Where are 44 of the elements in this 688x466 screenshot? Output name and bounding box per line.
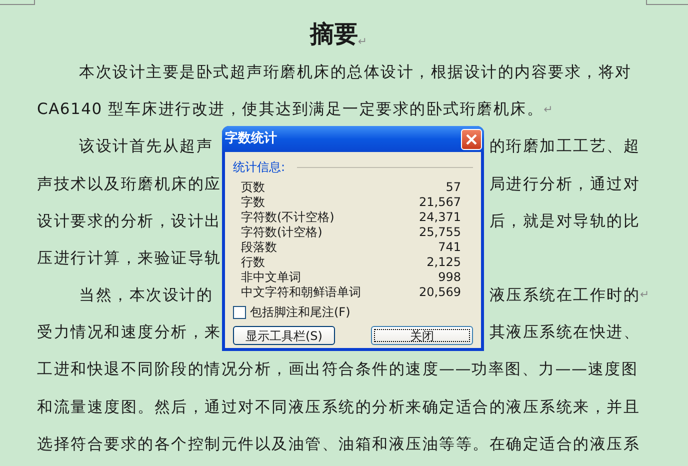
group-label: 统计信息: bbox=[233, 159, 286, 176]
stat-value: 21,567 bbox=[419, 196, 461, 208]
body-text: 选择符合要求的各个控制元件以及油管、油箱和液压油等等。在确定适合的液压系 bbox=[37, 434, 640, 455]
stat-value: 2,125 bbox=[426, 256, 461, 268]
close-icon bbox=[466, 134, 477, 144]
body-text: 的珩磨加工工艺、超 bbox=[489, 136, 640, 158]
stat-label: 页数 bbox=[241, 180, 265, 192]
body-text: 压进行计算，来验证导轨 bbox=[37, 248, 222, 269]
stat-label: 非中文单词 bbox=[241, 270, 301, 282]
stat-value: 998 bbox=[438, 270, 461, 282]
paragraph-mark: ↵ bbox=[544, 102, 554, 118]
body-text: 受力情况和速度分析，来 bbox=[37, 322, 222, 344]
body-text: 工进和快退不同阶段的情况分析，画出符合条件的速度——功率图、力——速度图 bbox=[37, 359, 638, 380]
body-text: 后，就是对导轨的比 bbox=[489, 210, 640, 232]
body-text: 其液压系统在快进、 bbox=[489, 322, 640, 344]
body-text: 设计要求的分析，设计出 bbox=[37, 210, 222, 232]
stat-value: 24,371 bbox=[419, 210, 461, 222]
body-text: 局进行分析，通过对 bbox=[489, 174, 640, 195]
stat-label: 字数 bbox=[241, 196, 265, 208]
body-text: 当然，本次设计的 bbox=[79, 285, 213, 306]
body-text: 液压系统在工作时的 bbox=[489, 285, 640, 306]
dialog-title: 字数统计 bbox=[225, 130, 277, 148]
stat-label: 段落数 bbox=[241, 240, 277, 252]
checkbox[interactable] bbox=[233, 306, 246, 318]
stat-value: 25,755 bbox=[419, 226, 461, 238]
dialog-button[interactable]: 关闭 bbox=[371, 326, 473, 345]
body-text: 该设计首先从超声 bbox=[79, 136, 213, 158]
body-text: 声技术以及珩磨机床的应 bbox=[37, 174, 222, 195]
stat-value: 57 bbox=[446, 180, 461, 192]
checkbox-label: 包括脚注和尾注(F) bbox=[250, 304, 350, 321]
body-text: 本次设计主要是卧式超声珩磨机床的总体设计，根据设计的内容要求，将对 bbox=[79, 62, 632, 83]
stat-label: 中文字符和朝鲜语单词 bbox=[241, 286, 361, 298]
stat-value: 20,569 bbox=[419, 286, 461, 298]
body-text: CA6140 型车床进行改进，使其达到满足一定要求的卧式珩磨机床。 bbox=[37, 99, 544, 120]
stat-label: 行数 bbox=[241, 256, 265, 268]
body-text: 和流量速度图。然后，通过对不同液压系统的分析来确定适合的液压系统来，并且 bbox=[37, 396, 640, 418]
stat-label: 字符数(不计空格) bbox=[241, 210, 334, 222]
dialog-button[interactable]: 显示工具栏(S) bbox=[233, 326, 335, 345]
paragraph-mark: ↵ bbox=[358, 34, 368, 50]
stat-label: 字符数(计空格) bbox=[241, 226, 322, 238]
paragraph-mark: ↵ bbox=[640, 287, 650, 304]
close-button[interactable] bbox=[461, 128, 482, 150]
stat-value: 741 bbox=[438, 240, 461, 252]
document-title: 摘要 bbox=[310, 18, 358, 50]
